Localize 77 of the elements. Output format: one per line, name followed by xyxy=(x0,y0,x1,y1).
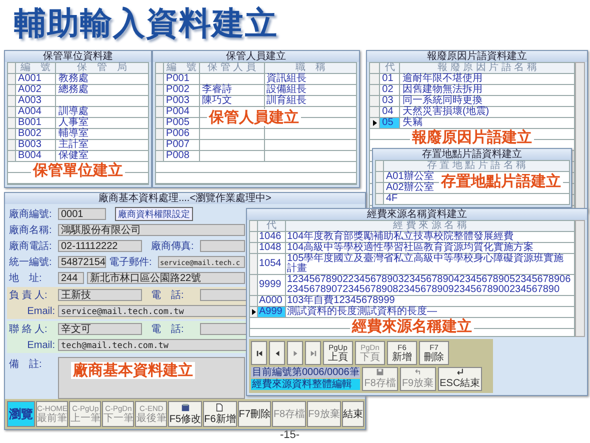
toolbar-button[interactable]: ESC結束 xyxy=(438,367,482,391)
input-field[interactable] xyxy=(200,323,247,335)
zip-field[interactable]: 244 xyxy=(58,272,84,284)
field-label: 廠商傳真: xyxy=(151,240,195,253)
toolbar-button[interactable]: F6新增 xyxy=(203,401,237,427)
caption-label: 廠商基本資料建立 xyxy=(71,362,195,379)
field-label: 廠商編號: xyxy=(9,208,53,221)
window-title: 保管人員建立 xyxy=(153,51,359,62)
mode-indicator[interactable]: 瀏覽 xyxy=(7,401,35,427)
field-label: 地 址: xyxy=(9,272,43,285)
notepad-icon xyxy=(180,402,190,412)
mode-indicator: 經費來源資料整體編輯 xyxy=(251,379,360,390)
input-field[interactable]: 辛文可 xyxy=(58,323,142,335)
caption-label: 保管單位建立 xyxy=(31,162,125,179)
table-cell[interactable]: 1234567890223456789032345678904234567890523456789062345678907234567890823456789092345678900234567890 xyxy=(287,275,573,295)
table-cell[interactable]: 失竊 xyxy=(402,118,422,128)
record-status: 目前編號第0006/0006筆 xyxy=(251,367,360,378)
input-field[interactable]: 02-11112222 xyxy=(58,240,142,252)
next-icon xyxy=(292,350,298,356)
field-label: Email: xyxy=(26,306,55,316)
table-cell[interactable]: 105學年度國立及臺灣省私立高級中等學校身心障礙資源班實施計畫 xyxy=(287,254,573,274)
column-header: 職 稱 xyxy=(295,62,326,73)
table-cell[interactable]: 4F xyxy=(386,194,398,204)
field-label: 備 註: xyxy=(9,358,43,371)
field-label: 聯 絡 人: xyxy=(9,323,48,336)
field-label: 電 話: xyxy=(151,288,185,302)
slide-title: 輔助輸入資料建立 xyxy=(14,4,278,43)
input-field[interactable]: service@mail.tech.com.tw xyxy=(58,305,247,317)
scrollbar[interactable] xyxy=(575,220,585,337)
input-field[interactable]: 鴻騏股份有限公司 xyxy=(58,224,245,236)
field-label: Email: xyxy=(26,340,55,350)
nav-button[interactable] xyxy=(251,341,267,365)
field-label: 廠商電話: xyxy=(9,240,53,253)
window-title: 經費來源名稱資料建立 xyxy=(247,209,587,220)
page-number: -15- xyxy=(280,429,300,442)
input-field[interactable]: 54872154 xyxy=(58,256,106,268)
column-header: 報 廢 原 因 片 語 名 稱 xyxy=(437,62,537,73)
column-header: 存 置 地 點 片 語 名 稱 xyxy=(426,160,526,171)
input-field[interactable] xyxy=(200,289,247,301)
input-field[interactable]: 0001 xyxy=(58,208,106,220)
first-record-icon xyxy=(256,350,262,356)
exit-arrow-icon xyxy=(456,368,464,376)
address-field[interactable]: 新北市林口區公園路22號 xyxy=(87,272,245,284)
permission-button[interactable]: 廠商資料權限設定 xyxy=(115,207,193,221)
column-header: 代 xyxy=(266,220,276,231)
window-title: 存置地點片語資料建立 xyxy=(373,149,571,160)
input-field[interactable] xyxy=(200,240,245,252)
field-label: 電 話: xyxy=(151,322,185,336)
window-title: 報廢原因片語資料建立 xyxy=(367,51,587,62)
field-label: 統一編號: xyxy=(9,256,53,269)
undo-arrow-icon xyxy=(414,368,422,376)
input-field[interactable]: 王新技 xyxy=(58,289,142,301)
window-title: 廠商基本資料處理....<瀏覽作業處理中> xyxy=(5,193,365,204)
input-field[interactable]: tech@mail.tech.com.tw xyxy=(58,339,247,351)
page-icon xyxy=(215,402,224,412)
caption-label: 報廢原因片語建立 xyxy=(410,129,534,146)
column-header: 代 xyxy=(384,62,395,73)
column-header: 經 費 來 源 名 稱 xyxy=(393,220,467,231)
row-pointer-icon xyxy=(372,120,377,126)
toolbar-button[interactable]: F7刪除 xyxy=(238,401,272,427)
last-record-icon xyxy=(310,350,316,356)
field-label: 電子郵件: xyxy=(109,256,153,269)
field-label: 負 責 人: xyxy=(9,288,48,302)
previous-icon xyxy=(274,350,280,356)
toolbar-button[interactable]: F5修改 xyxy=(168,401,202,427)
field-label: 廠商名稱: xyxy=(9,224,53,237)
window-title: 保管單位資料建 xyxy=(5,51,151,62)
column-header: 編 號 xyxy=(20,62,51,73)
toolbar-button[interactable]: 結束 xyxy=(342,401,364,427)
caption-label: 存置地點片語建立 xyxy=(439,173,563,190)
caption-label: 經費來源名稱建立 xyxy=(350,318,474,335)
scrollbar[interactable] xyxy=(575,62,585,210)
column-header: 編 號 xyxy=(166,62,197,73)
column-header: 保 管 人 員 xyxy=(208,62,256,73)
caption-label: 保管人員建立 xyxy=(207,109,301,126)
column-header: 保 管 局 xyxy=(77,62,128,73)
row-pointer-icon xyxy=(252,309,256,315)
